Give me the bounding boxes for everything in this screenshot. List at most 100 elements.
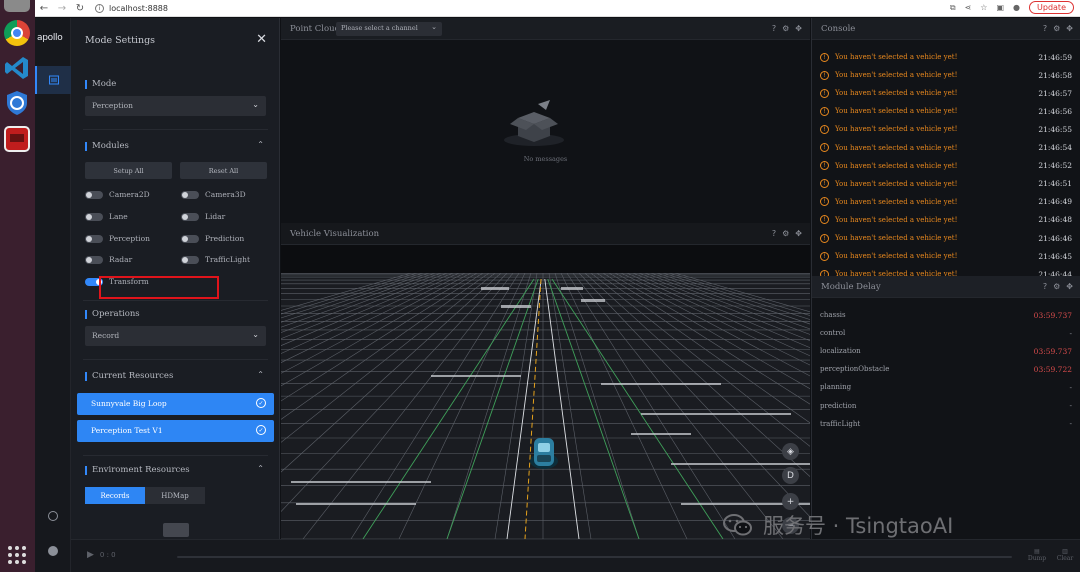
close-icon[interactable]: ✕ [256, 32, 267, 47]
channel-placeholder: Please select a channel [341, 24, 418, 32]
help-icon[interactable]: ? [772, 229, 776, 238]
gear-icon[interactable]: ⚙ [782, 229, 789, 238]
pane-title: Point Cloud [290, 24, 341, 34]
view-mode-button[interactable]: D [782, 467, 799, 484]
console-header: Console ? ⚙ ✥ [812, 18, 1080, 40]
profile-icon[interactable]: ● [1013, 3, 1020, 12]
toggle-switch[interactable] [85, 234, 103, 243]
updater-app-icon[interactable] [4, 90, 30, 116]
terminal-app-icon[interactable] [4, 126, 30, 152]
site-info-icon[interactable]: i [95, 3, 104, 13]
address-bar[interactable]: i localhost:8888 [95, 3, 168, 13]
environment-tabs: Records HDMap [85, 487, 205, 504]
play-icon[interactable]: ▶ [87, 550, 94, 560]
console-message-row: ! You haven't selected a vehicle yet! 21:4… [820, 175, 1072, 193]
module-name: trafficLight [820, 419, 861, 428]
module-toggle-prediction[interactable]: Prediction [181, 234, 244, 243]
show-apps-icon[interactable] [8, 546, 26, 564]
console-timestamp: 21:46:46 [1038, 233, 1072, 243]
settings-icon[interactable] [48, 511, 58, 521]
back-icon[interactable]: ← [35, 0, 53, 16]
console-message-row: ! You haven't selected a vehicle yet! 21:4… [820, 66, 1072, 84]
tab-records[interactable]: Records [85, 487, 145, 504]
divider [83, 129, 268, 130]
dump-button[interactable]: ▤ Dump [1026, 548, 1048, 562]
move-icon[interactable]: ✥ [1066, 24, 1073, 33]
bookmark-star-icon[interactable]: ☆ [980, 3, 987, 12]
3d-scene[interactable] [281, 273, 810, 539]
module-toggle-camera2d[interactable]: Camera2D [85, 190, 150, 199]
files-app-icon[interactable] [4, 0, 30, 12]
module-toggle-lidar[interactable]: Lidar [181, 212, 225, 221]
operations-section-label: Operations [85, 309, 140, 319]
playback-progress-track[interactable] [177, 556, 1012, 558]
zoom-in-button[interactable]: + [782, 493, 799, 510]
console-message-text: You haven't selected a vehicle yet! [835, 89, 958, 98]
help-icon[interactable]: ? [1043, 24, 1047, 33]
resource-item-perception-test[interactable]: Perception Test V1 ✓ [77, 420, 274, 442]
move-icon[interactable]: ✥ [795, 24, 802, 33]
divider [83, 455, 268, 456]
module-toggle-lane[interactable]: Lane [85, 212, 128, 221]
chevron-down-icon: ⌄ [252, 100, 259, 109]
clear-button[interactable]: ▥ Clear [1054, 548, 1076, 562]
apollo-logo: apollo [37, 33, 63, 43]
mode-settings-nav-icon[interactable] [35, 66, 71, 94]
toggle-switch[interactable] [85, 190, 103, 199]
module-toggle-camera3d[interactable]: Camera3D [181, 190, 246, 199]
toggle-switch[interactable] [85, 212, 103, 221]
module-toggle-trafficlight[interactable]: TrafficLight [181, 255, 250, 264]
modules-section-label: Modules [85, 141, 129, 151]
chevron-up-icon[interactable]: ⌃ [257, 464, 264, 473]
toggle-switch[interactable] [181, 234, 199, 243]
module-delay-value: 03:59.722 [1033, 364, 1072, 374]
move-icon[interactable]: ✥ [795, 229, 802, 238]
resource-label: Perception Test V1 [91, 426, 163, 435]
console-message-text: You haven't selected a vehicle yet! [835, 125, 958, 134]
update-button[interactable]: Update [1029, 1, 1074, 14]
console-timestamp: 21:46:45 [1038, 251, 1072, 261]
forward-icon[interactable]: → [53, 0, 71, 16]
share-icon[interactable]: ⋖ [965, 3, 972, 12]
toggle-switch[interactable] [181, 190, 199, 199]
toggle-switch[interactable] [181, 255, 199, 264]
reload-icon[interactable]: ↻ [71, 0, 89, 16]
user-icon[interactable] [48, 546, 58, 556]
toggle-switch[interactable] [85, 255, 103, 264]
toggle-switch[interactable] [181, 212, 199, 221]
tab-hdmap[interactable]: HDMap [145, 487, 205, 504]
operations-select[interactable]: Record ⌄ [85, 326, 266, 346]
reset-all-button[interactable]: Reset All [180, 162, 267, 179]
chevron-up-icon[interactable]: ⌃ [257, 140, 264, 149]
vscode-app-icon[interactable] [4, 55, 30, 81]
setup-all-button[interactable]: Setup All [85, 162, 172, 179]
help-icon[interactable]: ? [772, 24, 776, 33]
chrome-app-icon[interactable] [4, 20, 30, 46]
console-message-row: ! You haven't selected a vehicle yet! 21:4… [820, 84, 1072, 102]
resource-item-sunnyvale[interactable]: Sunnyvale Big Loop ✓ [77, 393, 274, 415]
move-icon[interactable]: ✥ [1066, 282, 1073, 291]
module-toggle-radar[interactable]: Radar [85, 255, 132, 264]
ego-car-windshield [538, 443, 550, 452]
warning-icon: ! [820, 215, 829, 225]
side-panel-icon[interactable]: ▣ [996, 3, 1004, 12]
translate-icon[interactable]: ⧉ [950, 3, 956, 13]
check-circle-icon: ✓ [256, 425, 266, 435]
layers-icon[interactable]: ◈ [782, 443, 799, 460]
gear-icon[interactable]: ⚙ [782, 24, 789, 33]
road-marking [641, 413, 791, 415]
gear-icon[interactable]: ⚙ [1053, 282, 1060, 291]
warning-icon: ! [820, 251, 829, 261]
help-icon[interactable]: ? [1043, 282, 1047, 291]
warning-icon: ! [820, 197, 829, 207]
road-marking [581, 299, 605, 302]
module-toggle-perception[interactable]: Perception [85, 234, 150, 243]
gear-icon[interactable]: ⚙ [1053, 24, 1060, 33]
chevron-up-icon[interactable]: ⌃ [257, 370, 264, 379]
watermark-text: 服务号 · TsingtaoAI [763, 514, 954, 538]
channel-select[interactable]: Please select a channel ⌄ [336, 22, 442, 36]
current-resources-section-label: Current Resources [85, 371, 173, 381]
module-delay-value: - [1069, 382, 1072, 392]
console-message-text: You haven't selected a vehicle yet! [835, 234, 958, 242]
mode-select[interactable]: Perception ⌄ [85, 96, 266, 116]
